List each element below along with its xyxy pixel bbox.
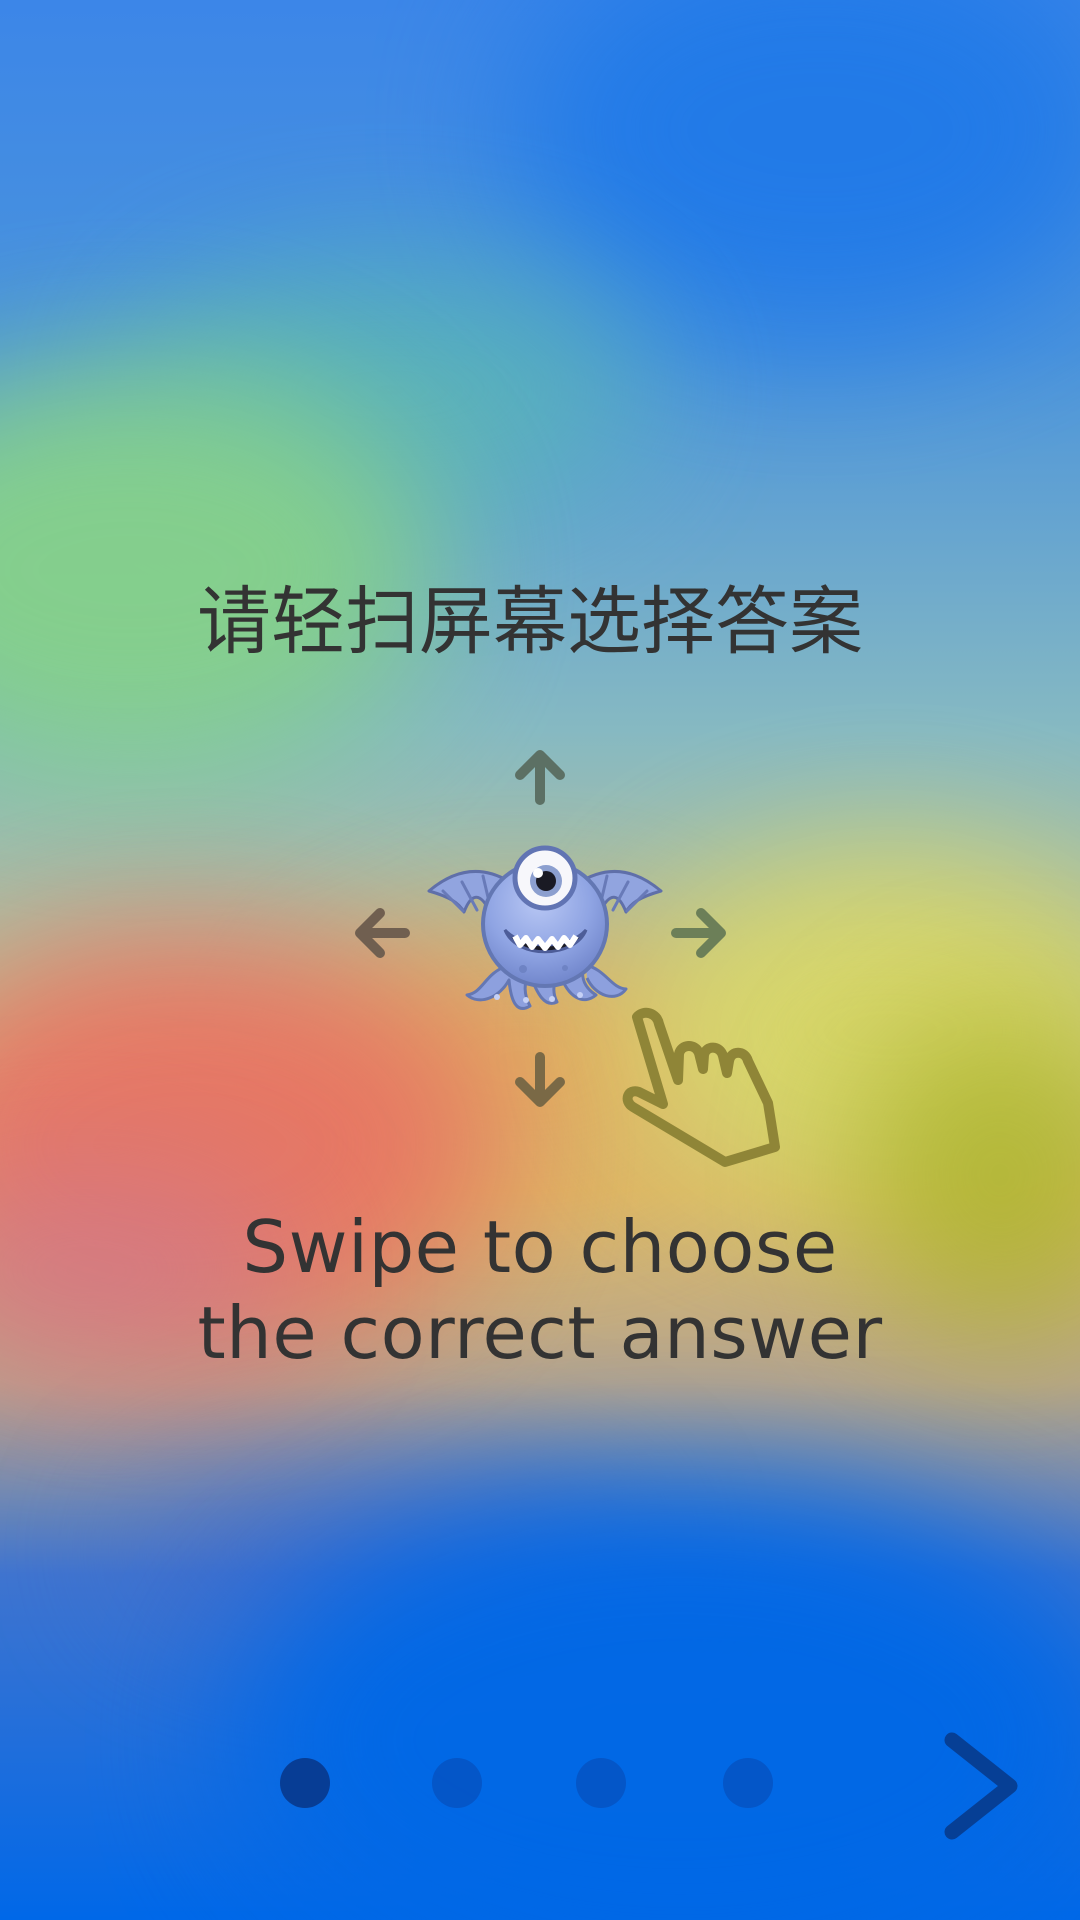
instruction-title-cn: 请轻扫屏幕选择答案 <box>197 579 863 665</box>
next-button[interactable] <box>930 1730 1020 1840</box>
page-dot-3[interactable] <box>576 1758 626 1808</box>
page-dot-4[interactable] <box>723 1758 773 1808</box>
one-eyed-monster-icon <box>425 842 665 1022</box>
arrow-down-icon <box>503 1046 577 1120</box>
onboarding-page-indicator <box>280 1758 780 1808</box>
arrow-left-icon <box>342 896 416 970</box>
arrow-up-icon <box>503 737 577 811</box>
page-dot-1-active[interactable] <box>280 1758 330 1808</box>
page-dot-2[interactable] <box>432 1758 482 1808</box>
background-blob-blue <box>510 0 1080 340</box>
arrow-right-icon <box>665 896 739 970</box>
instruction-subtitle-en: Swipe to choose the correct answer <box>197 1205 883 1375</box>
pointing-hand-icon <box>615 997 795 1172</box>
chevron-right-icon <box>944 1732 1018 1840</box>
